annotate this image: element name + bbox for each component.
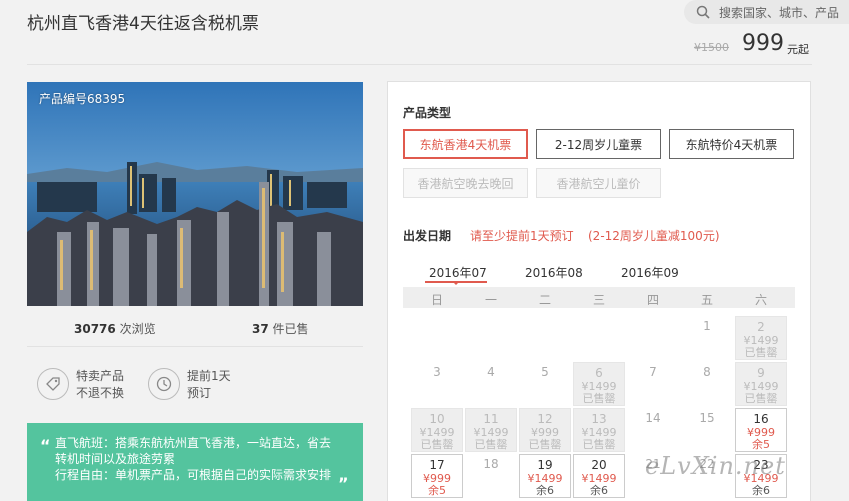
feature-advance-booking: 提前1天 预订 (187, 369, 231, 400)
day-availability: 已售罄 (474, 438, 508, 451)
feature-special-sale: 特卖产品 不退不换 (76, 369, 125, 400)
day-number: 20 (591, 458, 607, 472)
day-availability: 余5 (752, 438, 770, 451)
weekday-label: 五 (700, 293, 713, 307)
price-unit: 元起 (787, 43, 809, 56)
calendar-day[interactable]: 17 ¥999 余5 (411, 454, 463, 498)
product-description: 直飞航班：搭乘东航杭州直飞香港，一站直达，省去 转机时间以及旅途劳累 行程自由：… (27, 423, 363, 501)
day-availability: 已售罄 (528, 438, 562, 451)
weekday-label: 四 (646, 293, 659, 307)
day-number: 1 (703, 319, 711, 333)
day-availability: 已售罄 (744, 346, 778, 359)
stats-divider (27, 346, 363, 347)
clock-icon (148, 368, 180, 400)
weekday-label: 三 (592, 293, 605, 307)
type-option-hk-airlines-child: 香港航空儿童价 (536, 168, 661, 198)
calendar-day: 4 (465, 362, 517, 406)
day-availability: 余6 (590, 484, 608, 497)
product-type-label: 产品类型 (403, 106, 452, 120)
calendar-day: 11 ¥1499 已售罄 (465, 408, 517, 452)
search-icon[interactable] (696, 5, 710, 19)
sold-count: 37 件已售 (252, 322, 309, 336)
day-number: 4 (487, 365, 495, 379)
original-price: ¥1500 (694, 41, 729, 54)
type-option-hk-airlines-late: 香港航空晚去晚回 (403, 168, 528, 198)
calendar-day[interactable]: 16 ¥999 余5 (735, 408, 787, 452)
calendar-day: 9 ¥1499 已售罄 (735, 362, 787, 406)
day-number: 2 (757, 320, 765, 334)
quote-close-icon: ” (338, 474, 349, 493)
tag-icon (37, 368, 69, 400)
search-input[interactable]: 搜索国家、城市、产品 (719, 4, 839, 21)
calendar-day: 15 (681, 408, 733, 452)
month-tab-2016-09[interactable]: 2016年09 (621, 264, 679, 281)
day-number: 14 (645, 411, 661, 425)
month-tab-2016-08[interactable]: 2016年08 (525, 264, 583, 281)
page-title: 杭州直飞香港4天往返含税机票 (27, 14, 259, 34)
calendar-day: 8 (681, 362, 733, 406)
weekday-label: 日 (430, 293, 443, 307)
child-discount-note: (2-12周岁儿童减100元) (588, 229, 720, 243)
weekday-label: 一 (484, 293, 497, 307)
type-option-eastern-4day[interactable]: 东航香港4天机票 (403, 129, 528, 159)
type-option-eastern-special[interactable]: 东航特价4天机票 (669, 129, 794, 159)
day-availability: 余6 (752, 484, 770, 497)
calendar-day: 7 (627, 362, 679, 406)
day-availability: 余6 (536, 484, 554, 497)
day-availability: 余5 (428, 484, 446, 497)
day-number: 10 (429, 412, 445, 426)
calendar-day: 3 (411, 362, 463, 406)
day-number: 3 (433, 365, 441, 379)
day-availability: 已售罄 (420, 438, 454, 451)
day-number: 13 (591, 412, 607, 426)
calendar-day: 13 ¥1499 已售罄 (573, 408, 625, 452)
calendar-day: 1 (681, 316, 733, 360)
day-number: 19 (537, 458, 553, 472)
day-number: 6 (595, 366, 603, 380)
day-number: 16 (753, 412, 769, 426)
product-number: 产品编号68395 (39, 92, 126, 106)
weekday-label: 六 (754, 293, 767, 307)
day-number: 18 (483, 457, 499, 471)
header-divider (27, 64, 812, 65)
calendar-day: 12 ¥999 已售罄 (519, 408, 571, 452)
day-availability: 已售罄 (582, 438, 616, 451)
calendar-day: 5 (519, 362, 571, 406)
day-number: 15 (699, 411, 715, 425)
day-availability: 已售罄 (582, 392, 616, 405)
type-option-child-ticket[interactable]: 2-12周岁儿童票 (536, 129, 661, 159)
calendar-day[interactable]: 20 ¥1499 余6 (573, 454, 625, 498)
booking-note: 请至少提前1天预订 (470, 229, 574, 243)
product-photo (27, 82, 363, 306)
calendar-day[interactable]: 19 ¥1499 余6 (519, 454, 571, 498)
calendar-day: 18 (465, 454, 517, 498)
current-price: 999 (742, 31, 784, 56)
calendar-day: 14 (627, 408, 679, 452)
day-availability: 已售罄 (744, 392, 778, 405)
month-tab-2016-07[interactable]: 2016年07 (429, 264, 487, 281)
quote-open-icon: “ (40, 436, 51, 455)
day-number: 7 (649, 365, 657, 379)
day-number: 12 (537, 412, 553, 426)
day-number: 5 (541, 365, 549, 379)
watermark: eLvXin.net (645, 452, 786, 480)
calendar-day: 10 ¥1499 已售罄 (411, 408, 463, 452)
weekday-label: 二 (538, 293, 551, 307)
view-count: 30776 次浏览 (74, 322, 156, 336)
active-month-caret-icon (452, 281, 460, 285)
day-number: 17 (429, 458, 445, 472)
calendar-day: 6 ¥1499 已售罄 (573, 362, 625, 406)
day-number: 9 (757, 366, 765, 380)
calendar-day: 2 ¥1499 已售罄 (735, 316, 787, 360)
day-number: 8 (703, 365, 711, 379)
departure-date-label: 出发日期 (403, 229, 452, 243)
day-number: 11 (483, 412, 499, 426)
